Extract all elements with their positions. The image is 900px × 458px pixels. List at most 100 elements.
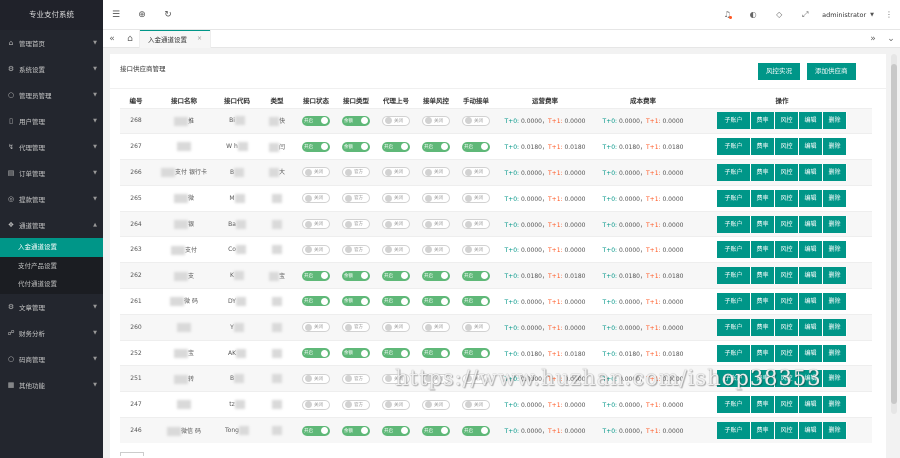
status-toggle[interactable]: 关闭 [302, 322, 330, 333]
manual-toggle[interactable]: 开启 [462, 270, 490, 281]
status-toggle[interactable]: 开启 [302, 270, 330, 281]
close-icon[interactable]: × [197, 35, 202, 42]
sidebar-item-user[interactable]: ○ 管理员管理 ▼ [0, 82, 103, 108]
theme-icon[interactable]: ◐ [740, 10, 766, 19]
sidebar-item-home[interactable]: ⌂ 管理首页 ▼ [0, 30, 103, 56]
edit-button[interactable]: 编辑 [799, 215, 823, 233]
sidebar-item-agent[interactable]: ↯ 代理管理 ▼ [0, 134, 103, 160]
status-toggle[interactable]: 开启 [302, 348, 330, 359]
type-toggle[interactable]: 余额 [342, 270, 370, 281]
risk-button[interactable]: 风控 [775, 241, 799, 259]
sub-account-button[interactable]: 子账户 [717, 267, 751, 285]
home-tab-icon[interactable]: ⌂ [121, 34, 139, 44]
sub-account-button[interactable]: 子账户 [717, 138, 751, 156]
tabs-next-icon[interactable]: » [864, 34, 882, 44]
manual-toggle[interactable]: 开启 [462, 141, 490, 152]
risk-toggle[interactable]: 开启 [422, 270, 450, 281]
manual-toggle[interactable]: 关闭 [462, 115, 490, 126]
scrollbar[interactable] [891, 54, 897, 414]
edit-button[interactable]: 编辑 [799, 189, 823, 207]
delete-button[interactable]: 删除 [823, 189, 847, 207]
delete-button[interactable]: 删除 [823, 422, 847, 440]
risk-button[interactable]: 风控 [775, 215, 799, 233]
status-toggle[interactable]: 开启 [302, 296, 330, 307]
delete-button[interactable]: 删除 [823, 112, 847, 130]
manual-toggle[interactable]: 关闭 [462, 193, 490, 204]
status-toggle[interactable]: 关闭 [302, 244, 330, 255]
pager[interactable] [120, 452, 144, 456]
sub-account-button[interactable]: 子账户 [717, 344, 751, 362]
manual-toggle[interactable]: 关闭 [462, 399, 490, 410]
risk-button[interactable]: 风控 [775, 138, 799, 156]
note-icon[interactable]: ◇ [766, 10, 792, 19]
rate-button[interactable]: 费率 [751, 163, 775, 181]
sidebar-item-gear[interactable]: ⚙ 系统设置 ▼ [0, 56, 103, 82]
type-toggle[interactable]: 官方 [342, 399, 370, 410]
status-toggle[interactable]: 关闭 [302, 373, 330, 384]
edit-button[interactable]: 编辑 [799, 112, 823, 130]
agent-toggle[interactable]: 关闭 [382, 115, 410, 126]
rate-button[interactable]: 费率 [751, 292, 775, 310]
status-toggle[interactable]: 关闭 [302, 399, 330, 410]
tab-active[interactable]: 入金通道设置 × [139, 29, 212, 48]
manual-toggle[interactable]: 开启 [462, 296, 490, 307]
risk-button[interactable]: 风控 [775, 396, 799, 414]
agent-toggle[interactable]: 开启 [382, 141, 410, 152]
rate-button[interactable]: 费率 [751, 112, 775, 130]
delete-button[interactable]: 删除 [823, 396, 847, 414]
rate-button[interactable]: 费率 [751, 215, 775, 233]
type-toggle[interactable]: 官方 [342, 167, 370, 178]
manual-toggle[interactable]: 关闭 [462, 244, 490, 255]
menu-toggle-icon[interactable]: ☰ [103, 10, 129, 20]
delete-button[interactable]: 删除 [823, 241, 847, 259]
agent-toggle[interactable]: 开启 [382, 270, 410, 281]
edit-button[interactable]: 编辑 [799, 267, 823, 285]
type-toggle[interactable]: 余额 [342, 348, 370, 359]
risk-button[interactable]: 风控 [775, 422, 799, 440]
sub-account-button[interactable]: 子账户 [717, 215, 751, 233]
risk-toggle[interactable]: 关闭 [422, 399, 450, 410]
sub-account-button[interactable]: 子账户 [717, 292, 751, 310]
status-toggle[interactable]: 关闭 [302, 167, 330, 178]
delete-button[interactable]: 删除 [823, 215, 847, 233]
submenu-item[interactable]: 入金通道设置 [0, 238, 103, 257]
agent-toggle[interactable]: 关闭 [382, 244, 410, 255]
delete-button[interactable]: 删除 [823, 292, 847, 310]
delete-button[interactable]: 删除 [823, 344, 847, 362]
rate-button[interactable]: 费率 [751, 267, 775, 285]
manual-toggle[interactable]: 关闭 [462, 322, 490, 333]
delete-button[interactable]: 删除 [823, 138, 847, 156]
edit-button[interactable]: 编辑 [799, 370, 823, 388]
sidebar-item-users[interactable]: ▯ 用户管理 ▼ [0, 108, 103, 134]
agent-toggle[interactable]: 关闭 [382, 399, 410, 410]
rate-button[interactable]: 费率 [751, 370, 775, 388]
manual-toggle[interactable]: 关闭 [462, 167, 490, 178]
agent-toggle[interactable]: 开启 [382, 425, 410, 436]
type-toggle[interactable]: 官方 [342, 244, 370, 255]
edit-button[interactable]: 编辑 [799, 344, 823, 362]
sub-account-button[interactable]: 子账户 [717, 422, 751, 440]
type-toggle[interactable]: 官方 [342, 322, 370, 333]
manual-toggle[interactable]: 关闭 [462, 219, 490, 230]
sub-account-button[interactable]: 子账户 [717, 370, 751, 388]
delete-button[interactable]: 删除 [823, 267, 847, 285]
delete-button[interactable]: 删除 [823, 318, 847, 336]
tabs-menu-icon[interactable]: ⌄ [882, 34, 900, 44]
risk-toggle[interactable]: 关闭 [422, 244, 450, 255]
globe-icon[interactable]: ⊕ [129, 10, 155, 20]
status-toggle[interactable]: 开启 [302, 115, 330, 126]
risk-button[interactable]: 风控 [775, 267, 799, 285]
type-toggle[interactable]: 余额 [342, 115, 370, 126]
status-toggle[interactable]: 关闭 [302, 193, 330, 204]
edit-button[interactable]: 编辑 [799, 292, 823, 310]
manual-toggle[interactable]: 开启 [462, 348, 490, 359]
rate-button[interactable]: 费率 [751, 318, 775, 336]
agent-toggle[interactable]: 关闭 [382, 167, 410, 178]
chevron-down-icon[interactable]: ▼ [870, 12, 874, 18]
edit-button[interactable]: 编辑 [799, 318, 823, 336]
edit-button[interactable]: 编辑 [799, 241, 823, 259]
refresh-icon[interactable]: ↻ [155, 10, 181, 20]
risk-toggle[interactable]: 关闭 [422, 167, 450, 178]
delete-button[interactable]: 删除 [823, 163, 847, 181]
sidebar-item-article[interactable]: ⚙ 文章管理 ▼ [0, 294, 103, 320]
